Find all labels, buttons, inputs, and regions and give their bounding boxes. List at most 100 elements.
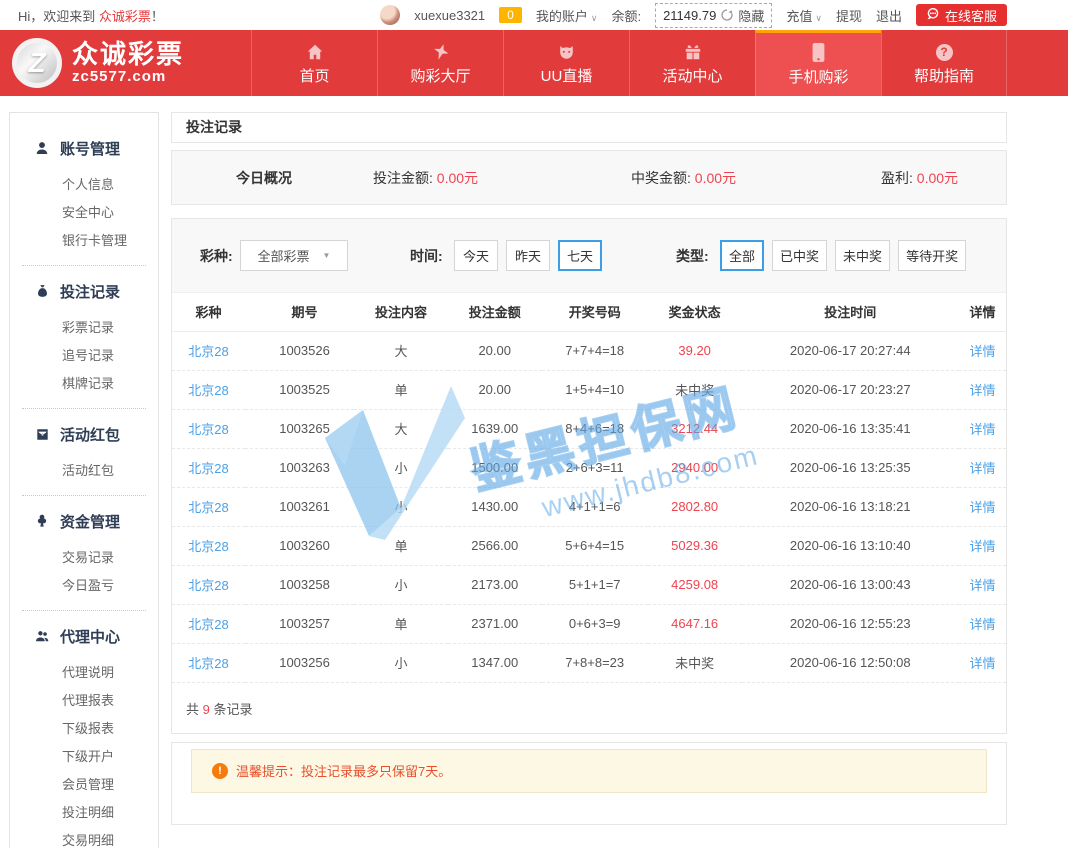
sidebar-item[interactable]: 活动红包 (10, 457, 158, 485)
lottery-link[interactable]: 北京28 (188, 539, 228, 554)
lottery-select[interactable]: 全部彩票 ▼ (240, 240, 348, 271)
divider (22, 610, 146, 611)
time-filter-button[interactable]: 七天 (558, 240, 602, 271)
sidebar-item[interactable]: 代理说明 (10, 659, 158, 687)
nav-item-live[interactable]: UU直播 (503, 30, 629, 96)
bet-content-cell: 小 (354, 448, 448, 487)
bet-content-cell: 单 (354, 526, 448, 565)
sidebar-item[interactable]: 下级开户 (10, 743, 158, 771)
sidebar-item[interactable]: 彩票记录 (10, 314, 158, 342)
lottery-cell: 北京28 (172, 643, 245, 682)
time-filter-button[interactable]: 今天 (454, 240, 498, 271)
balance-value: 21149.79 (663, 8, 716, 23)
lottery-link[interactable]: 北京28 (188, 344, 228, 359)
detail-cell: 详情 (959, 565, 1006, 604)
hide-balance-toggle[interactable]: 隐藏 (738, 6, 764, 25)
sidebar-item[interactable]: 会员管理 (10, 771, 158, 799)
sidebar-item[interactable]: 交易明细 (10, 827, 158, 848)
sidebar-section-redpacket[interactable]: 活动红包 (10, 419, 158, 449)
type-filter-button[interactable]: 未中奖 (835, 240, 890, 271)
detail-link[interactable]: 详情 (970, 500, 996, 515)
bet-amount-cell: 1639.00 (448, 409, 542, 448)
draw-numbers-cell: 5+1+1=7 (542, 565, 648, 604)
nav-item-help[interactable]: ?帮助指南 (881, 30, 1007, 96)
detail-link[interactable]: 详情 (970, 422, 996, 437)
nav-item-phone[interactable]: 手机购彩 (755, 30, 881, 96)
message-count-badge[interactable]: 0 (499, 7, 522, 23)
bet-time-cell: 2020-06-16 12:55:23 (742, 604, 960, 643)
balance-label: 余额: (611, 6, 641, 25)
refresh-icon[interactable] (721, 9, 733, 21)
type-filter-button[interactable]: 已中奖 (772, 240, 827, 271)
nav-item-gift[interactable]: 活动中心 (629, 30, 755, 96)
sidebar-item[interactable]: 投注明细 (10, 799, 158, 827)
column-header: 开奖号码 (542, 293, 648, 331)
nav-item-home[interactable]: 首页 (251, 30, 377, 96)
lottery-link[interactable]: 北京28 (188, 500, 228, 515)
detail-cell: 详情 (959, 409, 1006, 448)
lottery-link[interactable]: 北京28 (188, 656, 228, 671)
logo-icon: Z (12, 38, 62, 88)
welcome-text: Hi，欢迎来到 众诚彩票！ (18, 6, 164, 25)
prize-status-cell: 2940.00 (648, 448, 742, 487)
live-icon (557, 41, 576, 61)
divider (22, 408, 146, 409)
page-title: 投注记录 (171, 112, 1007, 143)
sidebar-item[interactable]: 安全中心 (10, 199, 158, 227)
sidebar-item[interactable]: 棋牌记录 (10, 370, 158, 398)
lottery-link[interactable]: 北京28 (188, 617, 228, 632)
sidebar-section-moneybag[interactable]: 投注记录 (10, 276, 158, 306)
site-logo[interactable]: Z 众诚彩票 zc5577.com (12, 30, 184, 96)
draw-numbers-cell: 0+6+3=9 (542, 604, 648, 643)
detail-link[interactable]: 详情 (970, 539, 996, 554)
detail-link[interactable]: 详情 (970, 344, 996, 359)
issue-cell: 1003265 (245, 409, 354, 448)
column-header: 期号 (245, 293, 354, 331)
sidebar-section-agents[interactable]: 代理中心 (10, 621, 158, 651)
type-filter-button[interactable]: 等待开奖 (898, 240, 966, 271)
bet-time-cell: 2020-06-16 13:00:43 (742, 565, 960, 604)
detail-link[interactable]: 详情 (970, 383, 996, 398)
detail-link[interactable]: 详情 (970, 617, 996, 632)
lottery-link[interactable]: 北京28 (188, 383, 228, 398)
summary-profit: 盈利: 0.00元 (881, 168, 958, 188)
online-service-button[interactable]: 在线客服 (916, 4, 1007, 26)
column-header: 投注内容 (354, 293, 448, 331)
bet-content-cell: 大 (354, 331, 448, 370)
records-table: 彩种期号投注内容投注金额开奖号码奖金状态投注时间详情 北京281003526大2… (172, 293, 1006, 683)
detail-link[interactable]: 详情 (970, 578, 996, 593)
recharge-menu[interactable]: 充值∨ (786, 6, 822, 25)
sidebar-item[interactable]: 交易记录 (10, 544, 158, 572)
logout-link[interactable]: 退出 (876, 6, 902, 25)
bet-amount-cell: 20.00 (448, 331, 542, 370)
prize-status-cell: 未中奖 (648, 643, 742, 682)
table-row: 北京281003263小1500.002+6+3=112940.002020-0… (172, 448, 1006, 487)
main-panel: 投注记录 今日概况 投注金额: 0.00元 中奖金额: 0.00元 盈利: 0.… (171, 112, 1007, 825)
detail-link[interactable]: 详情 (970, 656, 996, 671)
sidebar-item[interactable]: 追号记录 (10, 342, 158, 370)
lottery-link[interactable]: 北京28 (188, 461, 228, 476)
sidebar-item[interactable]: 下级报表 (10, 715, 158, 743)
type-filter-button[interactable]: 全部 (720, 240, 764, 271)
sidebar-item[interactable]: 个人信息 (10, 171, 158, 199)
lottery-link[interactable]: 北京28 (188, 578, 228, 593)
content: 账号管理个人信息安全中心银行卡管理投注记录彩票记录追号记录棋牌记录活动红包活动红… (0, 96, 1068, 848)
balance-box[interactable]: 21149.79 隐藏 (655, 3, 772, 28)
sidebar-item[interactable]: 今日盈亏 (10, 572, 158, 600)
lottery-link[interactable]: 北京28 (188, 422, 228, 437)
column-header: 奖金状态 (648, 293, 742, 331)
sidebar-item[interactable]: 银行卡管理 (10, 227, 158, 255)
time-filter-button[interactable]: 昨天 (506, 240, 550, 271)
withdraw-link[interactable]: 提现 (836, 6, 862, 25)
prize-status-cell: 39.20 (648, 331, 742, 370)
sidebar-section-funds[interactable]: 资金管理 (10, 506, 158, 536)
help-icon: ? (936, 41, 953, 61)
issue-cell: 1003261 (245, 487, 354, 526)
nav-item-star[interactable]: 购彩大厅 (377, 30, 503, 96)
detail-link[interactable]: 详情 (970, 461, 996, 476)
bet-amount-cell: 1500.00 (448, 448, 542, 487)
sidebar-item[interactable]: 代理报表 (10, 687, 158, 715)
account-menu[interactable]: 我的账户∨ (536, 6, 598, 25)
column-header: 投注时间 (742, 293, 960, 331)
sidebar-section-user[interactable]: 账号管理 (10, 133, 158, 163)
